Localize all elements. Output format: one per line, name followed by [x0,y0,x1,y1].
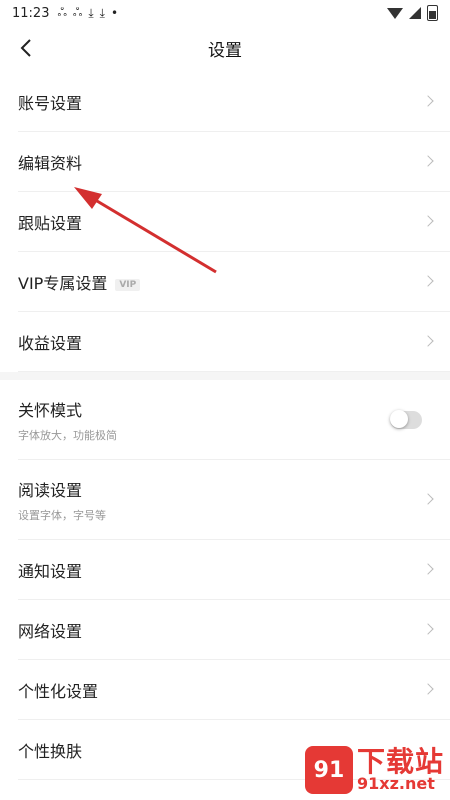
page-title: 设置 [208,40,242,61]
item-label: 跟贴设置 [18,214,83,233]
download-icon: ⤓ [99,5,105,20]
battery-icon [427,5,438,21]
reading-settings-item[interactable]: 阅读设置 设置字体，字号等 [0,460,450,540]
notification-settings-item[interactable]: 通知设置 [0,540,450,600]
item-label: 个性换肤 [18,742,83,761]
item-subtitle: 设置字体，字号等 [18,509,106,522]
network-settings-item[interactable]: 网络设置 [0,600,450,660]
vip-badge: VIP [115,278,141,291]
notification-icon: ஃ [72,5,83,19]
download-icon: ⤓ [88,5,94,20]
chevron-right-icon [422,155,434,167]
page-header: 设置 [0,26,450,70]
item-label: VIP专属设置 VIP [18,270,141,294]
item-label: 账号设置 [18,94,83,113]
item-label: 通知设置 [18,562,83,581]
account-settings-item[interactable]: 账号设置 [0,72,450,132]
chevron-right-icon [422,275,434,287]
watermark: 91 下载站 91xz.net [304,744,444,794]
chevron-right-icon [422,683,434,695]
chevron-right-icon [422,623,434,635]
chevron-left-icon [20,39,31,57]
earnings-settings-item[interactable]: 收益设置 [0,312,450,372]
chevron-right-icon [422,493,434,505]
section-divider [0,372,450,380]
item-label: 关怀模式 [18,401,83,420]
wifi-icon [387,7,403,19]
watermark-url: 91xz.net [356,774,435,794]
item-subtitle: 字体放大，功能极简 [18,429,117,442]
settings-list: 账号设置 编辑资料 跟贴设置 VIP专属设置 VIP 收益设置 关怀模式 字体放大… [0,72,450,780]
item-label: 编辑资料 [18,154,83,173]
chevron-right-icon [422,215,434,227]
item-label: 收益设置 [18,334,83,353]
item-label: 网络设置 [18,622,83,641]
toggle-knob [390,410,408,428]
watermark-logo: 91 [304,746,353,794]
chevron-right-icon [422,563,434,575]
back-button[interactable] [12,34,40,62]
item-label: 阅读设置 [18,481,83,500]
care-mode-item: 关怀模式 字体放大，功能极简 [0,380,450,460]
chevron-right-icon [422,95,434,107]
vip-settings-item[interactable]: VIP专属设置 VIP [0,252,450,312]
watermark-title: 下载站 [356,744,444,778]
status-time: 11:23 [12,5,50,21]
signal-icon [409,7,421,19]
vip-settings-label: VIP专属设置 [18,274,108,293]
status-bar: 11:23 ஃ ஃ ⤓ ⤓ • [0,0,450,26]
personalization-settings-item[interactable]: 个性化设置 [0,660,450,720]
item-label: 个性化设置 [18,682,99,701]
chevron-right-icon [422,335,434,347]
edit-profile-item[interactable]: 编辑资料 [0,132,450,192]
comment-settings-item[interactable]: 跟贴设置 [0,192,450,252]
notification-icon: ஃ [57,5,67,19]
care-mode-toggle[interactable] [390,410,422,429]
dot-icon: • [110,6,119,20]
